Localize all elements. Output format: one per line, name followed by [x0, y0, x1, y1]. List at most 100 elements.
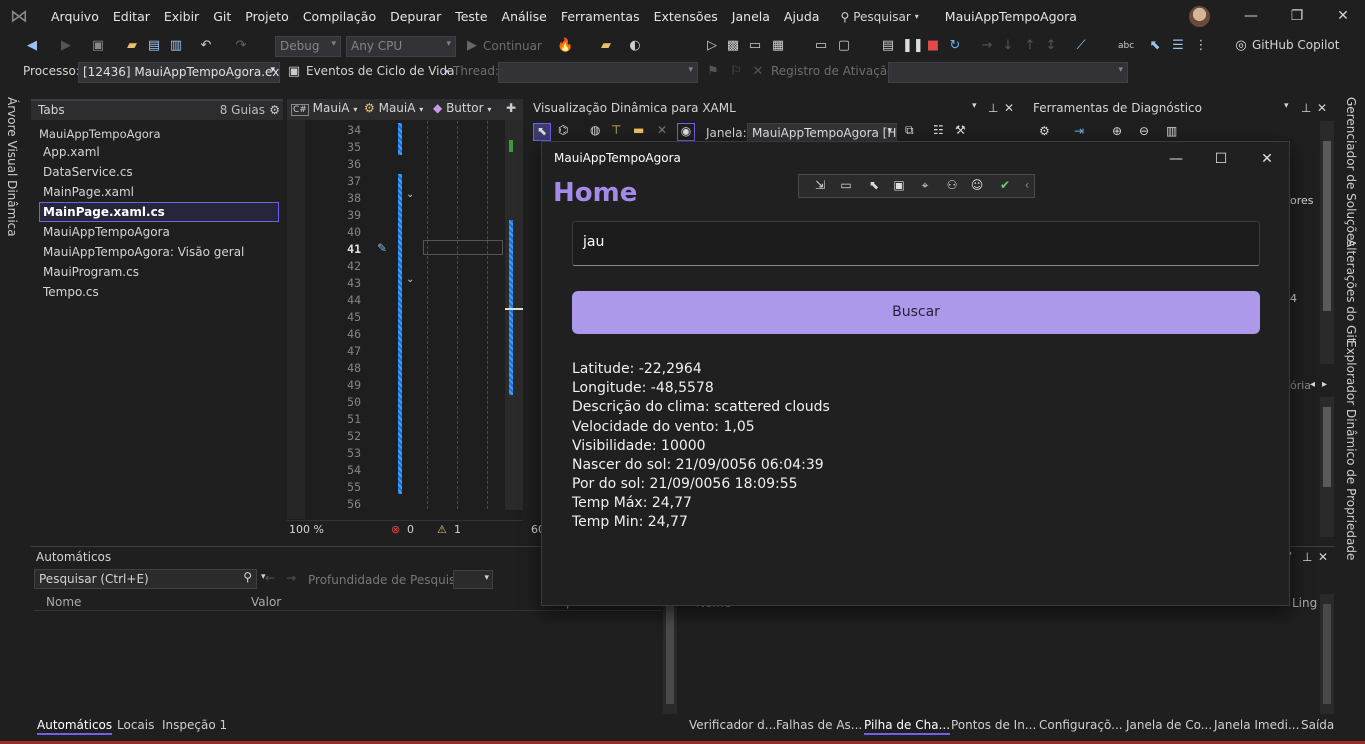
column-language-fragment[interactable]: Ling	[1292, 596, 1317, 610]
open-folder-icon[interactable]: ▰	[124, 38, 140, 54]
close-icon[interactable]: ✕	[1257, 150, 1277, 168]
column-value[interactable]: Valor	[251, 595, 281, 609]
tab-locals[interactable]: Locais	[117, 718, 154, 732]
track-focus-icon[interactable]: ⌖	[916, 178, 934, 194]
measure-icon[interactable]: ▬	[633, 123, 644, 137]
close-icon[interactable]: ✕	[1317, 101, 1327, 115]
menu-editar[interactable]: Editar	[106, 9, 157, 24]
step-over-icon[interactable]: →	[979, 38, 995, 54]
align-icon[interactable]: ⋮	[1193, 38, 1209, 54]
display-layout-adorners-icon[interactable]: ▣	[890, 178, 908, 194]
autos-search-input[interactable]: Pesquisar (Ctrl+E) ⚲	[34, 569, 257, 589]
list-icon[interactable]: ☰	[1170, 38, 1186, 54]
live-visual-tree-tab[interactable]: Árvore Visual Dinâmica	[5, 97, 19, 237]
binding-failures-icon[interactable]: ⚇	[943, 178, 961, 194]
maximize-icon[interactable]: ❐	[1287, 7, 1307, 25]
menu-teste[interactable]: Teste	[448, 9, 494, 24]
tab-item-selected[interactable]: MainPage.xaml.cs	[39, 202, 279, 222]
grid-icon[interactable]: ▦	[770, 38, 786, 54]
save-all-icon[interactable]: ▥	[168, 38, 184, 54]
split-icon[interactable]: ✚	[506, 101, 516, 119]
chart-icon[interactable]: ▥	[1166, 124, 1177, 138]
menu-projeto[interactable]: Projeto	[238, 9, 296, 24]
diag-scrollbar[interactable]	[1320, 121, 1334, 364]
menu-analise[interactable]: Análise	[495, 9, 554, 24]
collapse-icon[interactable]: ⌄	[406, 274, 414, 285]
collapse-icon[interactable]: ⌄	[406, 189, 414, 200]
github-copilot-button[interactable]: GitHub Copilot	[1252, 38, 1339, 52]
tab-command-window[interactable]: Janela de Co...	[1126, 718, 1212, 732]
back-icon[interactable]: ◀	[24, 38, 40, 54]
clear-icon[interactable]: ✕	[657, 123, 667, 137]
column-name[interactable]: Nome	[46, 595, 81, 609]
step-into-icon[interactable]: ↓	[1000, 38, 1016, 54]
warning-icon[interactable]: ⚠	[437, 523, 447, 536]
tools-icon[interactable]: ⚒	[955, 123, 966, 137]
tab-item[interactable]: MauiProgram.cs	[43, 265, 139, 279]
menu-extensoes[interactable]: Extensões	[647, 9, 725, 24]
chevron-down-icon[interactable]: ▾	[1284, 101, 1289, 111]
continue-button[interactable]: Continuar	[483, 39, 542, 53]
clear-icon[interactable]: ✕	[750, 64, 766, 80]
code-editor[interactable]: C# MauiA ▾ ⚙ MauiA ▾ ◆ Buttor ▾ ✚ 34 35 …	[287, 99, 523, 540]
undo-icon[interactable]: ↶	[198, 38, 214, 54]
menu-compilacao[interactable]: Compilação	[296, 9, 383, 24]
tab-watch-1[interactable]: Inspeção 1	[162, 718, 227, 732]
menu-ferramentas[interactable]: Ferramentas	[554, 9, 647, 24]
threads-icon[interactable]: ⚐	[728, 64, 744, 80]
user-avatar[interactable]	[1189, 6, 1210, 27]
member-select[interactable]: ◆ Buttor ▾	[433, 101, 491, 119]
lifecycle-events-button[interactable]: Eventos de Ciclo de Vida	[306, 64, 454, 78]
minimize-icon[interactable]: —	[1166, 150, 1186, 168]
accessibility-icon[interactable]: ☺	[968, 178, 986, 194]
save-icon[interactable]: ▤	[146, 38, 162, 54]
pin-icon[interactable]: ⊥	[1301, 101, 1311, 115]
zoom-in-icon[interactable]: ⊕	[1112, 124, 1122, 138]
tab-immediate-window[interactable]: Janela Imedi...	[1214, 718, 1299, 732]
monitor-icon[interactable]: ▭	[813, 38, 829, 54]
new-item-icon[interactable]: ▣	[90, 38, 106, 54]
tab-exceptions[interactable]: Falhas de As...	[776, 718, 862, 732]
thread-select[interactable]: ▾	[498, 62, 698, 83]
display-adorners-icon[interactable]: ⌬	[558, 123, 568, 137]
menu-ajuda[interactable]: Ajuda	[777, 9, 827, 24]
project-select[interactable]: C# MauiA ▾	[291, 101, 357, 119]
windows-icon[interactable]: ⧉	[905, 123, 914, 138]
palette-icon[interactable]: ◍	[590, 123, 600, 137]
back-arrow-icon[interactable]: ←	[265, 571, 275, 585]
tab-checker[interactable]: Verificador d...	[689, 718, 776, 732]
close-icon[interactable]: ✕	[1004, 101, 1014, 115]
spell-check-icon[interactable]: abc	[1118, 38, 1134, 54]
city-search-input[interactable]: jau	[572, 221, 1260, 266]
autos-scrollbar[interactable]	[663, 594, 677, 714]
folder-icon[interactable]: ▰	[598, 38, 614, 54]
forward-icon[interactable]: ▶	[58, 38, 74, 54]
layout-icon[interactable]: ▤	[880, 38, 896, 54]
check-icon[interactable]: ✔	[996, 178, 1014, 194]
tab-breakpoints[interactable]: Pontos de In...	[951, 718, 1036, 732]
platform-select[interactable]: Any CPU ▾	[346, 36, 456, 57]
configuration-select[interactable]: Debug ▾	[275, 36, 341, 57]
menu-arquivo[interactable]: Arquivo	[44, 9, 106, 24]
pin-icon[interactable]: ⊥	[1302, 550, 1312, 564]
collapse-toolbar-icon[interactable]: ‹	[1018, 178, 1036, 194]
menu-git[interactable]: Git	[206, 9, 238, 24]
live-property-explorer-tab[interactable]: Explorador Dinâmico de Propriedade	[1344, 340, 1358, 560]
zoom-out-icon[interactable]: ⊖	[1139, 124, 1149, 138]
tab-item[interactable]: MauiAppTempoAgora	[43, 225, 170, 239]
pin-icon[interactable]: ⊥	[988, 101, 998, 115]
type-select[interactable]: ⚙ MauiA ▾	[364, 101, 423, 119]
pause-icon[interactable]: ❚❚	[902, 38, 924, 54]
tab-right-icon[interactable]: ▸	[1322, 379, 1327, 390]
menu-depurar[interactable]: Depurar	[383, 9, 448, 24]
tab-item[interactable]: MauiAppTempoAgora: Visão geral	[43, 245, 244, 259]
screwdriver-icon[interactable]: ✎	[377, 241, 387, 255]
error-icon[interactable]: ⊗	[391, 523, 400, 536]
tab-call-stack[interactable]: Pilha de Cha...	[864, 718, 951, 735]
maximize-icon[interactable]: ☐	[1211, 150, 1231, 168]
close-icon[interactable]: ✕	[1333, 7, 1353, 25]
search-depth-select[interactable]: ▾	[453, 570, 493, 589]
tab-item[interactable]: App.xaml	[43, 145, 100, 159]
git-changes-tab[interactable]: Alterações do Git	[1344, 239, 1358, 342]
process-select[interactable]: [12436] MauiAppTempoAgora.exe ▾	[78, 62, 280, 83]
